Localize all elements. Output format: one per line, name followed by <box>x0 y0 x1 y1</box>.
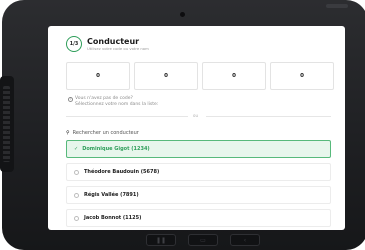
hint-instruction: Sélectionnez votre nom dans la liste: <box>75 102 159 107</box>
driver-name: Régis Vallée (7891) <box>84 192 139 198</box>
code-digit-3[interactable]: 0 <box>202 62 266 90</box>
code-digit-1[interactable]: 0 <box>66 62 130 90</box>
driver-name: Dominique Gigot (1234) <box>82 146 150 152</box>
or-divider: ou <box>66 113 331 119</box>
page-subtitle: Utilisez votre code ou votre nom <box>87 46 149 51</box>
radio-icon <box>74 215 79 221</box>
home-button[interactable]: ▭ <box>188 234 218 246</box>
code-input-group: 0 0 0 0 <box>66 62 334 90</box>
radio-icon <box>74 169 79 175</box>
question-icon: ? <box>68 96 73 102</box>
page-title: Conducteur <box>87 37 140 46</box>
driver-name: Théodore Baudouin (5678) <box>84 169 160 175</box>
tablet-screen: 1/3 Conducteur Utilisez votre code ou vo… <box>48 26 345 230</box>
no-code-hint: ? Vous n'avez pas de code? Sélectionnez … <box>68 96 158 108</box>
recent-apps-button[interactable]: ❚❚ <box>146 234 176 246</box>
step-indicator: 1/3 <box>66 36 82 52</box>
front-camera <box>180 12 185 17</box>
device-side-grip <box>0 76 14 172</box>
search-input[interactable] <box>72 129 313 136</box>
driver-search: ⚲ <box>66 127 331 138</box>
driver-item[interactable]: Théodore Baudouin (5678) <box>66 163 331 181</box>
code-digit-2[interactable]: 0 <box>134 62 198 90</box>
driver-list: ✓ Dominique Gigot (1234) Théodore Baudou… <box>66 140 331 230</box>
code-digit-4[interactable]: 0 <box>270 62 334 90</box>
driver-item[interactable]: Régis Vallée (7891) <box>66 186 331 204</box>
driver-item-selected[interactable]: ✓ Dominique Gigot (1234) <box>66 140 331 158</box>
back-button[interactable]: ‹ <box>230 234 260 246</box>
tablet-device: 1/3 Conducteur Utilisez votre code ou vo… <box>0 0 365 250</box>
search-icon: ⚲ <box>66 129 70 136</box>
page-header: 1/3 Conducteur Utilisez votre code ou vo… <box>66 36 149 52</box>
device-corner-mark <box>326 4 348 8</box>
check-icon: ✓ <box>74 146 79 152</box>
divider-text: ou <box>193 113 198 118</box>
driver-name: Jacob Bonnot (1125) <box>84 215 142 221</box>
radio-icon <box>74 192 79 198</box>
driver-item[interactable]: Jacob Bonnot (1125) <box>66 209 331 227</box>
